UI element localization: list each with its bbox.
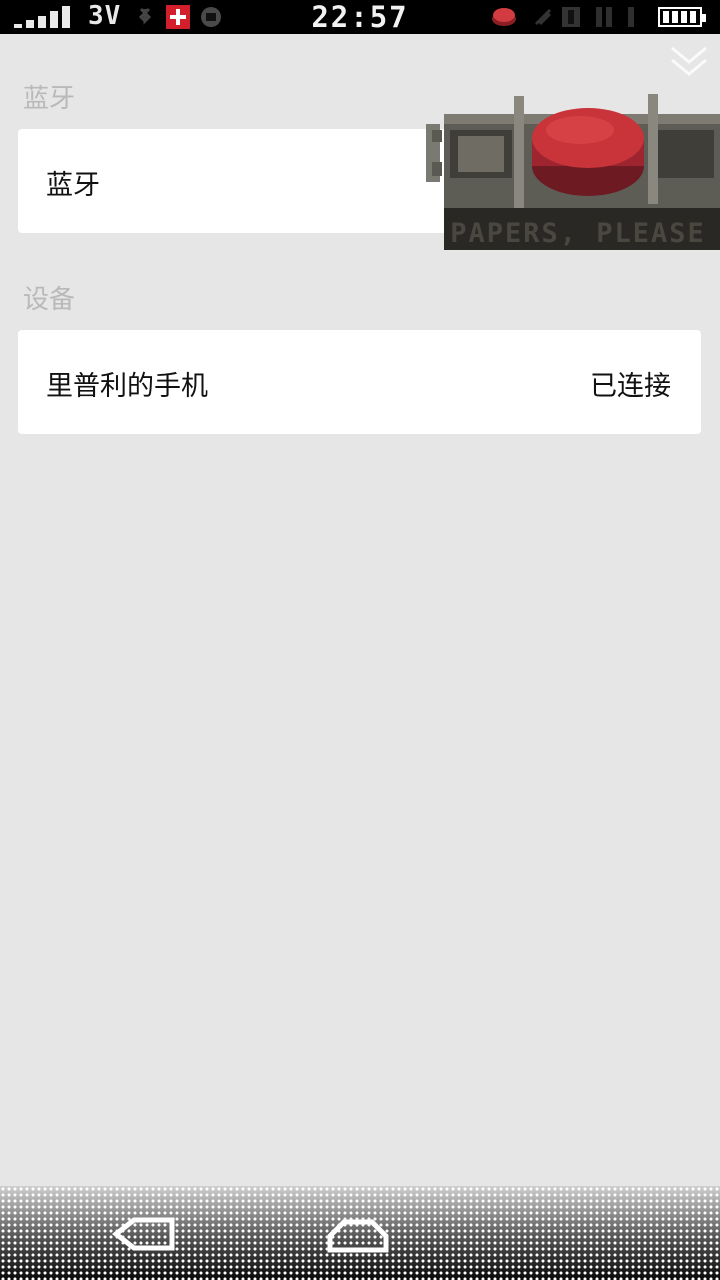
game-caption: PAPERS, PLEASE — [450, 218, 706, 249]
papers-please-button-widget[interactable]: PAPERS, PLEASE — [422, 92, 720, 252]
collapse-chevron-icon[interactable] — [668, 44, 710, 82]
section-title-bluetooth: 蓝牙 — [23, 84, 76, 114]
navigation-bar — [0, 1186, 720, 1280]
device-row[interactable]: 里普利的手机 已连接 — [18, 330, 701, 434]
bluetooth-label: 蓝牙 — [46, 170, 100, 201]
device-name: 里普利的手机 — [46, 371, 208, 402]
back-icon[interactable] — [112, 1214, 176, 1254]
vibrate-icon — [534, 8, 552, 26]
battery-icon — [658, 7, 706, 27]
section-title-devices: 设备 — [23, 285, 76, 315]
home-icon[interactable] — [326, 1214, 390, 1254]
game-icon — [492, 8, 516, 26]
status-bar: 3V 22:57 — [0, 0, 720, 34]
notification-icon — [562, 7, 634, 27]
connection-status: 已连接 — [590, 371, 671, 402]
